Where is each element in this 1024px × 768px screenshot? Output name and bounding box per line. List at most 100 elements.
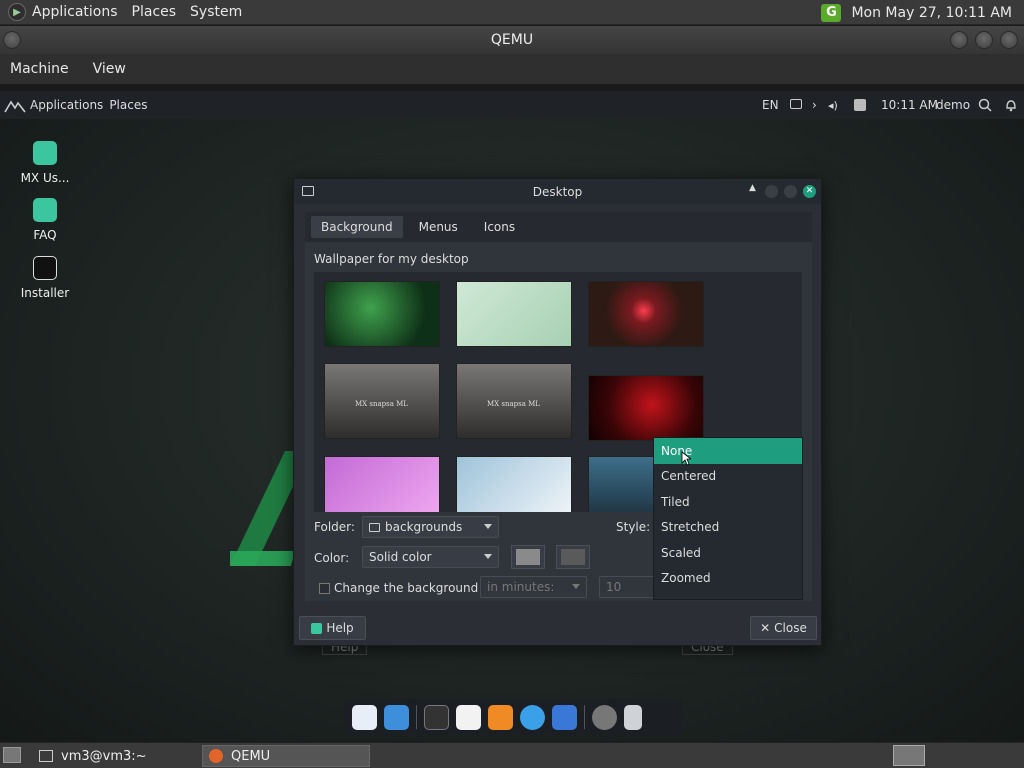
dock-system-settings-icon[interactable] [592,704,617,730]
style-option-stretched[interactable]: Stretched [654,515,802,541]
faq-icon [33,198,57,222]
host-menu-system[interactable]: System [190,4,242,20]
menu-machine[interactable]: Machine [10,61,69,77]
dock-separator [584,705,585,729]
dock-text-editor-icon[interactable] [456,704,481,730]
search-icon[interactable] [978,98,992,112]
guest-menu-places[interactable]: Places [109,98,147,112]
help-icon [311,622,323,634]
chevron-down-icon [484,554,492,559]
change-background-label: Change the background [334,581,479,595]
host-clock[interactable]: Mon May 27, 10:11 AM [851,5,1012,21]
taskbar-item-terminal[interactable]: vm3@vm3:~ [33,745,198,767]
style-label: Style: [616,520,651,534]
qemu-titlebar: QEMU [0,26,1024,54]
close-button[interactable]: ✕ Close [750,616,817,640]
folder-dropdown[interactable]: backgrounds [362,516,499,538]
mx-user-icon [33,141,57,165]
chevron-right-icon[interactable]: › [812,98,817,112]
host-applications-icon[interactable]: ▶ [8,3,26,21]
dialog-close-button[interactable]: ✕ [803,185,816,198]
language-indicator[interactable]: EN [762,98,779,112]
mx-menu-icon[interactable] [4,97,26,113]
primary-color-button[interactable] [511,545,545,569]
guest-top-panel: Applications Places EN › ◂) 10:11 AM dem… [0,91,1024,119]
desktop-icon-installer[interactable]: Installer [10,256,80,300]
mouse-cursor-icon [681,451,691,466]
color-label: Color: [314,551,350,565]
guest-menu-applications[interactable]: Applications [30,98,103,112]
dock [344,699,682,735]
wallpaper-watermark: MX snapsa ML [487,400,540,408]
dialog-title: Desktop [532,184,583,199]
qemu-title: QEMU [490,32,534,48]
qemu-window-menu-button[interactable] [3,31,21,49]
style-option-scaled[interactable]: Scaled [654,540,802,566]
wallpaper-red-rose[interactable] [588,375,704,441]
desktop-icon-mx-user-manager[interactable]: MX Us... [10,141,80,185]
dock-bird-icon[interactable] [520,704,545,730]
chevron-down-icon [484,524,492,529]
color-dropdown[interactable]: Solid color [362,546,499,568]
host-taskbar: vm3@vm3:~ QEMU [0,742,1024,768]
dialog-minimize-button[interactable] [765,185,778,198]
guest-clock[interactable]: 10:11 AM [881,98,938,112]
taskbar-item-qemu[interactable]: QEMU [202,745,370,767]
wallpaper-mx-gray-2[interactable]: MX snapsa ML [456,363,572,439]
qemu-menubar: Machine View [0,54,1024,84]
dock-task-manager-icon[interactable] [424,704,449,730]
folder-icon [369,522,380,532]
tab-menus[interactable]: Menus [409,216,468,238]
host-menu-places[interactable]: Places [132,4,177,20]
installer-icon [33,256,57,280]
notification-bell-icon[interactable] [1005,98,1017,112]
style-dropdown-list[interactable]: None Centered Tiled Stretched Scaled Zoo… [653,437,803,600]
wallpaper-fern-light[interactable] [456,281,572,347]
wallpaper-pink-feather[interactable] [324,456,440,512]
host-menu-applications[interactable]: Applications [32,4,118,20]
wallpaper-mx-gray-1[interactable]: MX snapsa ML [324,363,440,439]
wallpaper-fern-dark[interactable] [324,281,440,347]
maximize-button[interactable] [975,31,993,49]
dock-settings-window-icon[interactable] [552,704,577,730]
network-icon[interactable] [854,99,866,111]
dock-vlc-icon[interactable] [488,704,513,730]
update-icon[interactable]: G [821,3,842,22]
style-option-tiled[interactable]: Tiled [654,489,802,515]
shade-icon[interactable]: ▲ [749,183,756,193]
primary-color-swatch [516,549,540,565]
style-option-zoomed[interactable]: Zoomed [654,566,802,592]
folder-label: Folder: [314,520,355,534]
show-desktop-icon[interactable] [3,747,21,763]
tab-background[interactable]: Background [311,216,403,238]
wallpaper-red-flower[interactable] [588,281,704,347]
guest-user[interactable]: demo [936,98,970,112]
dialog-window-icon[interactable] [302,186,314,196]
style-option-none[interactable]: None [654,438,802,464]
qemu-icon [209,749,223,763]
dock-browser-icon[interactable] [384,704,409,730]
close-window-button[interactable] [1000,31,1018,49]
desktop-icon-faq[interactable]: FAQ [10,198,80,242]
volume-icon[interactable]: ◂) [828,99,838,112]
help-button[interactable]: Help [299,616,366,640]
chevron-down-icon [572,584,580,589]
menu-view[interactable]: View [93,61,126,77]
workspace-switcher-icon[interactable] [893,745,925,766]
secondary-color-button[interactable] [556,545,590,569]
minimize-button[interactable] [950,31,968,49]
wallpaper-blue-feather[interactable] [456,456,572,512]
dialog-titlebar: Desktop ▲ ✕ [294,179,821,204]
dock-show-desktop-icon[interactable] [352,704,377,730]
close-icon: ✕ [760,621,771,635]
tab-icons[interactable]: Icons [474,216,525,238]
change-background-checkbox[interactable] [319,583,330,594]
style-option-centered[interactable]: Centered [654,464,802,490]
dock-trash-icon[interactable] [624,704,642,730]
dialog-tabs: Background Menus Icons [305,212,812,242]
dock-separator [416,705,417,729]
dialog-maximize-button[interactable] [784,185,797,198]
chat-icon[interactable] [790,99,802,109]
wallpaper-label: Wallpaper for my desktop [314,252,469,266]
wallpaper-watermark: MX snapsa ML [355,400,408,408]
